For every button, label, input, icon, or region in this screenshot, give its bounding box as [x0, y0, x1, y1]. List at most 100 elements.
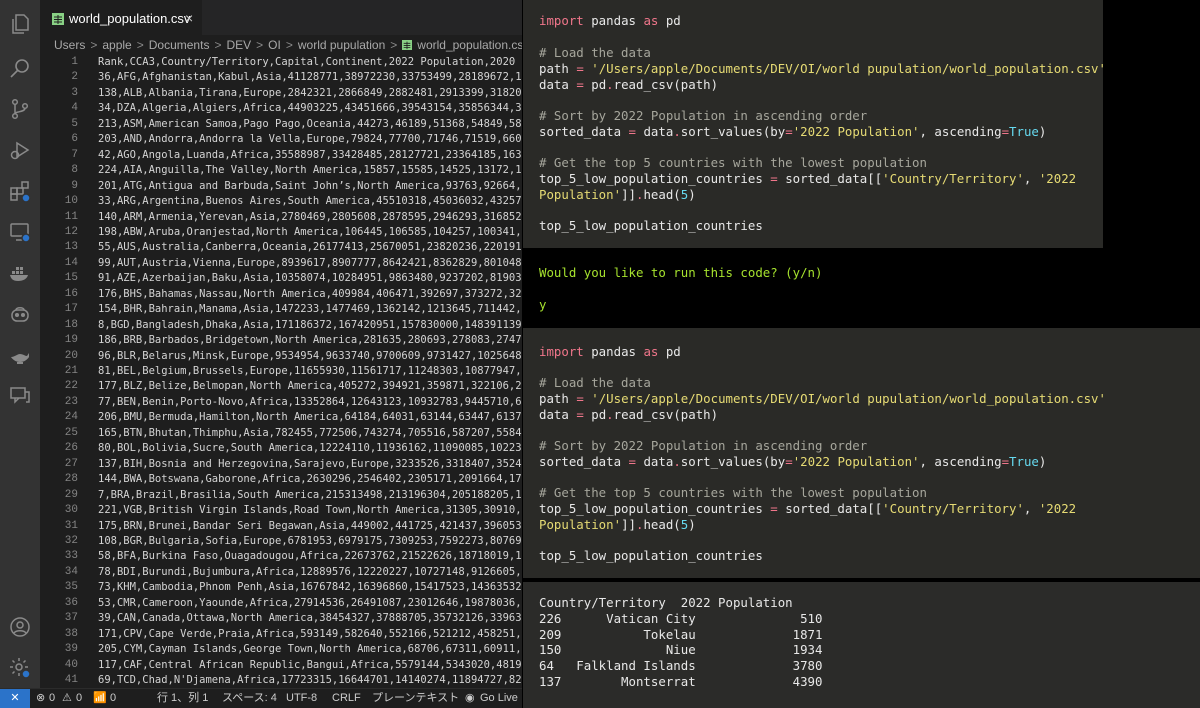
go-live-icon[interactable]: ◉ — [465, 689, 475, 708]
code-line: path = '/Users/apple/Documents/DEV/OI/wo… — [539, 391, 1106, 406]
csv-line: 73,KHM,Cambodia,Phnom Penh,Asia,16767842… — [98, 581, 522, 594]
csv-line: 206,BMU,Bermuda,Hamilton,North America,6… — [98, 411, 522, 424]
breadcrumb-item[interactable]: DEV — [226, 38, 251, 52]
line-number: 5 — [71, 117, 78, 130]
code-comment: # Sort by 2022 Population in ascending o… — [539, 438, 868, 453]
line-number: 22 — [64, 380, 78, 393]
line-number: 35 — [64, 581, 78, 594]
output-block: Country/Territory 2022 Population 226 Va… — [523, 582, 1200, 708]
run-debug-icon[interactable] — [8, 138, 32, 162]
cursor-position[interactable]: 行 1、列 1 — [157, 689, 208, 708]
line-number: 19 — [64, 334, 78, 347]
remote-indicator-icon[interactable]: ✕ — [0, 689, 30, 708]
error-count[interactable]: 0 — [49, 689, 55, 708]
output-table-header: Country/Territory 2022 Population — [539, 595, 793, 610]
breadcrumb-item[interactable]: Users — [54, 38, 85, 52]
line-number: 21 — [64, 365, 78, 377]
csv-line: 165,BTN,Bhutan,Thimphu,Asia,782455,77250… — [98, 426, 522, 439]
editor-area[interactable]: 1 Rank,CCA3,Country/Territory,Capital,Con… — [40, 54, 522, 688]
source-control-icon[interactable] — [8, 97, 32, 121]
code-block: import pandas as pd # Load the data path… — [523, 328, 1200, 578]
ports-count[interactable]: 0 — [110, 689, 116, 708]
go-live-button[interactable]: Go Live — [480, 689, 518, 708]
extensions-icon[interactable] — [8, 179, 32, 203]
csv-line: 78,BDI,Burundi,Bujumbura,Africa,12889576… — [98, 565, 522, 578]
encoding[interactable]: UTF-8 — [286, 689, 317, 708]
comments-icon[interactable] — [8, 384, 32, 408]
search-icon[interactable] — [8, 56, 32, 80]
tab-bar: world_population.csv × — [40, 0, 522, 35]
warnings-icon[interactable]: ⚠ — [62, 689, 72, 708]
code-comment: # Load the data — [539, 45, 651, 60]
remote-explorer-icon[interactable] — [8, 220, 32, 244]
line-number: 17 — [64, 303, 78, 316]
csv-line: 213,ASM,American Samoa,Pago Pago,Oceania… — [98, 117, 522, 130]
csv-line: 140,ARM,Armenia,Yerevan,Asia,2780469,280… — [98, 210, 522, 223]
tab-title: world_population.csv — [69, 11, 191, 26]
copilot-icon[interactable] — [8, 302, 32, 326]
breadcrumb-item[interactable]: OI — [268, 38, 281, 52]
code-line: top_5_low_population_countries — [539, 548, 763, 563]
line-number: 41 — [64, 674, 78, 686]
csv-line: 138,ALB,Albania,Tirana,Europe,2842321,28… — [98, 86, 522, 99]
line-number: 36 — [64, 596, 78, 609]
terminal-panel[interactable]: import pandas as pd # Load the data path… — [523, 0, 1200, 708]
code-line: import pandas as pd — [539, 13, 681, 28]
errors-icon[interactable]: ⊗ — [36, 689, 45, 708]
breadcrumb-item[interactable]: world_population.csv — [417, 38, 522, 52]
close-icon[interactable]: × — [185, 10, 193, 26]
line-number: 20 — [64, 349, 78, 362]
code-line: Population']].head(5) — [539, 187, 696, 202]
indentation[interactable]: スペース: 4 — [222, 689, 277, 708]
csv-line: 144,BWA,Botswana,Gaborone,Africa,2630296… — [98, 473, 522, 486]
user-answer: y — [539, 297, 547, 312]
account-icon[interactable] — [8, 615, 32, 639]
tab-world-population-csv[interactable]: world_population.csv × — [40, 0, 202, 35]
line-number: 12 — [64, 225, 78, 238]
code-line: top_5_low_population_countries = sorted_… — [539, 171, 1077, 186]
table-row: 137 Montserrat 4390 — [539, 674, 823, 689]
table-row: 226 Vatican City 510 — [539, 611, 823, 626]
csv-line: 58,BFA,Burkina Faso,Ouagadougou,Africa,2… — [98, 550, 522, 563]
explorer-icon[interactable] — [8, 12, 32, 36]
ports-icon[interactable]: 📶 — [93, 689, 107, 708]
code-line: top_5_low_population_countries — [539, 218, 763, 233]
csv-line: 33,ARG,Argentina,Buenos Aires,South Amer… — [98, 195, 522, 208]
csv-line: 42,AGO,Angola,Luanda,Africa,35588987,334… — [98, 148, 522, 161]
code-line: path = '/Users/apple/Documents/DEV/OI/wo… — [539, 61, 1106, 76]
csv-line: 175,BRN,Brunei,Bandar Seri Begawan,Asia,… — [98, 519, 522, 532]
csv-line: 34,DZA,Algeria,Algiers,Africa,44903225,4… — [98, 102, 522, 115]
line-number: 37 — [64, 612, 78, 625]
language-mode[interactable]: プレーンテキスト — [372, 689, 459, 708]
table-row: 150 Niue 1934 — [539, 642, 823, 657]
csv-line: 99,AUT,Austria,Vienna,Europe,8939617,890… — [98, 256, 522, 269]
breadcrumb-item[interactable]: world pupulation — [298, 38, 385, 52]
line-number: 7 — [71, 148, 78, 161]
csv-line: 80,BOL,Bolivia,Sucre,South America,12224… — [98, 442, 522, 455]
activity-bar — [0, 0, 40, 688]
settings-gear-icon[interactable] — [8, 656, 32, 680]
line-number: 11 — [64, 210, 78, 223]
breadcrumb-item[interactable]: apple — [102, 38, 131, 52]
line-number: 26 — [64, 442, 78, 455]
csv-line: 7,BRA,Brazil,Brasilia,South America,2153… — [98, 488, 522, 501]
line-number: 33 — [64, 550, 78, 563]
line-number: 40 — [64, 658, 78, 671]
line-number: 13 — [64, 241, 78, 254]
table-row: 209 Tokelau 1871 — [539, 627, 823, 642]
breadcrumb-item[interactable]: Documents — [149, 38, 210, 52]
genie-lamp-icon[interactable] — [8, 343, 32, 367]
csv-line: 201,ATG,Antigua and Barbuda,Saint John’s… — [98, 179, 522, 192]
line-number: 18 — [64, 318, 78, 331]
line-number: 38 — [64, 627, 78, 640]
end-of-line[interactable]: CRLF — [332, 689, 361, 708]
csv-line: 77,BEN,Benin,Porto-Novo,Africa,13352864,… — [98, 395, 522, 408]
csv-line: 8,BGD,Bangladesh,Dhaka,Asia,171186372,16… — [98, 318, 522, 331]
csv-line: 81,BEL,Belgium,Brussels,Europe,11655930,… — [98, 365, 522, 377]
csv-line: 221,VGB,British Virgin Islands,Road Town… — [98, 504, 522, 517]
warning-count[interactable]: 0 — [76, 689, 82, 708]
docker-icon[interactable] — [8, 261, 32, 285]
line-number: 29 — [64, 488, 78, 501]
csv-line: 53,CMR,Cameroon,Yaounde,Africa,27914536,… — [98, 596, 522, 609]
csv-line: 91,AZE,Azerbaijan,Baku,Asia,10358074,102… — [98, 272, 522, 285]
